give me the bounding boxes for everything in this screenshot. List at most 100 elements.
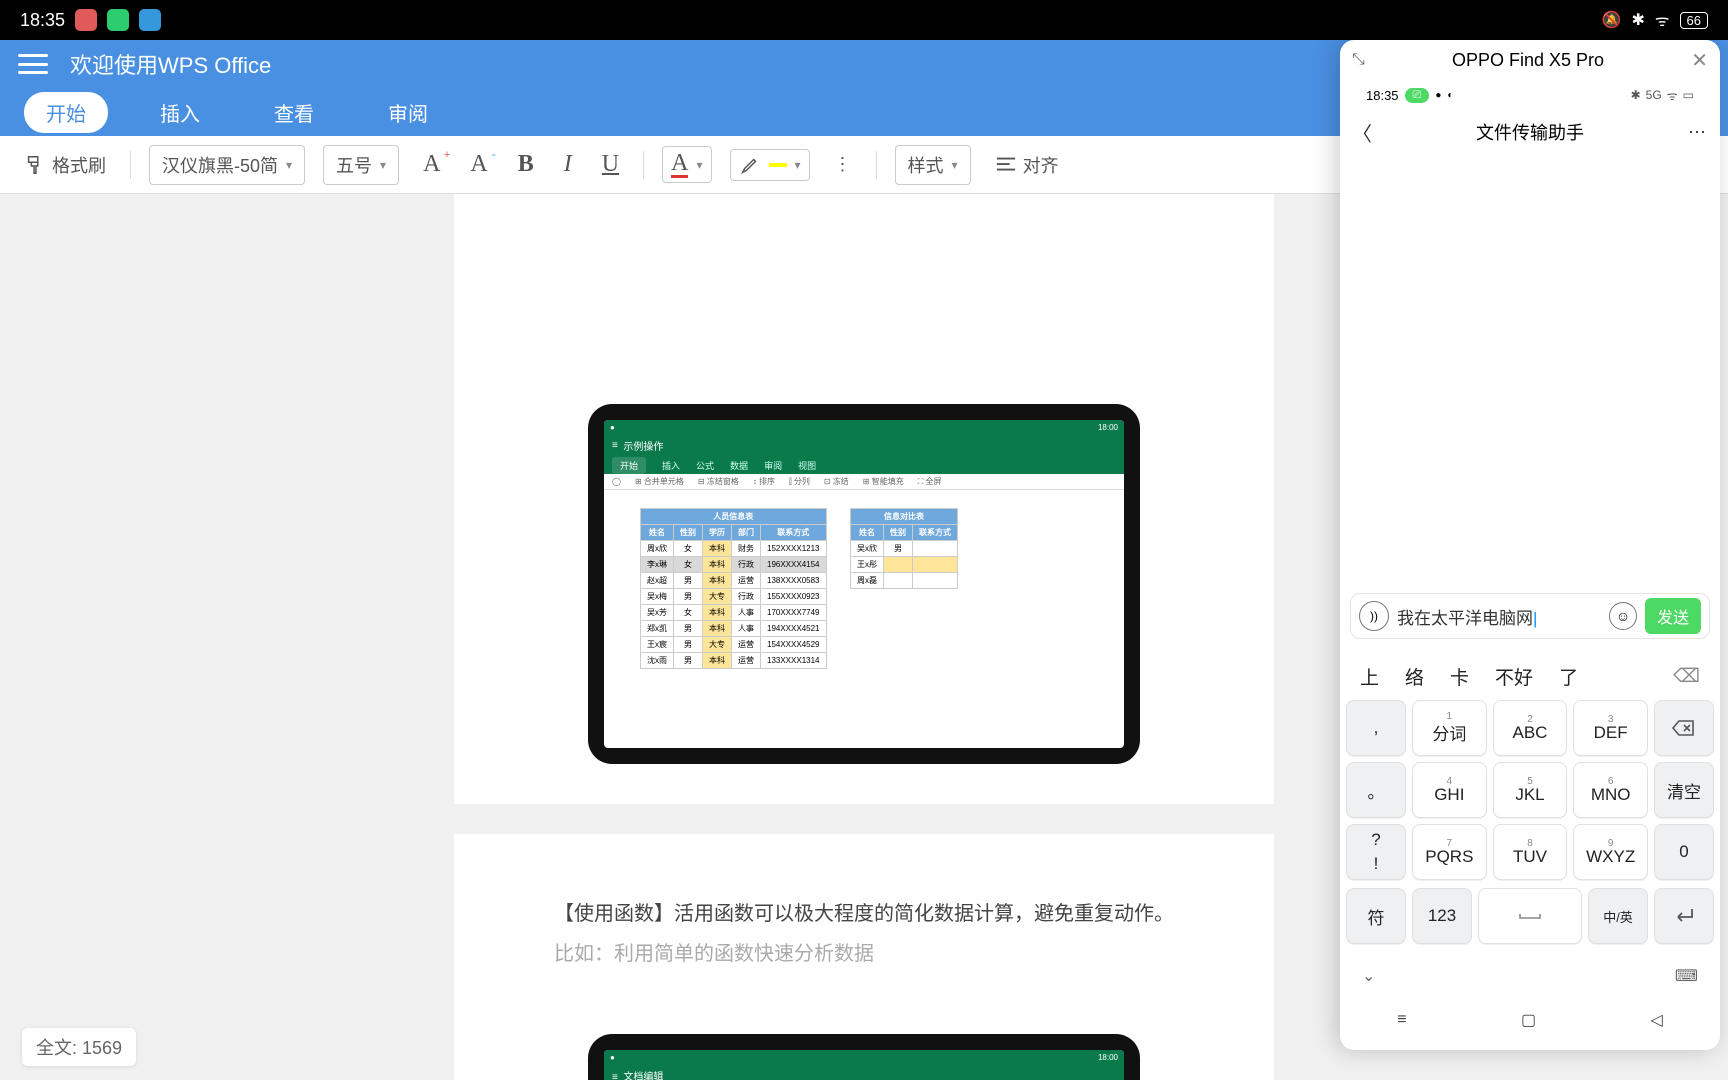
- ime-toolbar: ⌄ ⌨: [1340, 958, 1720, 994]
- underline-button[interactable]: U: [596, 147, 625, 182]
- nav-recents-icon[interactable]: ≡: [1397, 1011, 1406, 1029]
- key-space[interactable]: [1478, 888, 1582, 944]
- key-2[interactable]: 2ABC: [1493, 700, 1568, 756]
- brush-icon: [24, 154, 46, 176]
- key-backspace[interactable]: [1654, 700, 1714, 756]
- tab-review[interactable]: 审阅: [366, 92, 450, 133]
- bluetooth-icon: ✱: [1632, 10, 1645, 30]
- key-9[interactable]: 9WXYZ: [1573, 824, 1648, 880]
- status-app-icon-3: [139, 9, 161, 31]
- increase-font-button[interactable]: A+: [417, 147, 446, 182]
- key-enter[interactable]: [1654, 888, 1714, 944]
- enter-icon: [1672, 907, 1696, 925]
- more-icon[interactable]: ⋯: [1688, 122, 1708, 143]
- word-count-badge[interactable]: 全文: 1569: [22, 1028, 136, 1066]
- signal-icon: 5G: [1646, 88, 1662, 102]
- screen-mirror-panel: ⤡ OPPO Find X5 Pro ✕ 18:35 ⎚ ● ◐ ✱ 5G ᯤ …: [1340, 40, 1720, 1050]
- chevron-down-icon: ▾: [696, 158, 702, 172]
- record-pill-icon: ⎚: [1405, 88, 1430, 103]
- keyboard-settings-icon[interactable]: ⌨: [1675, 966, 1698, 986]
- align-icon: [995, 155, 1017, 175]
- key-8[interactable]: 8TUV: [1493, 824, 1568, 880]
- candidate-delete-icon[interactable]: ⌫: [1673, 665, 1700, 688]
- app-title: 欢迎使用WPS Office: [70, 48, 271, 80]
- candidate[interactable]: 卡: [1450, 663, 1469, 690]
- android-nav-bar: ≡ ▢ ◁: [1340, 1000, 1720, 1040]
- highlight-button[interactable]: ▾: [730, 149, 810, 181]
- mirrored-phone-screen: 18:35 ⎚ ● ◐ ✱ 5G ᯤ ▭ 〈 文件传输助手 ⋯: [1340, 80, 1720, 380]
- font-color-button[interactable]: A ▾: [662, 146, 711, 183]
- mute-icon: 🔕: [1602, 10, 1622, 30]
- battery-indicator: 66: [1680, 12, 1708, 29]
- chat-nav-bar: 〈 文件传输助手 ⋯: [1340, 110, 1720, 154]
- chevron-down-icon: ▾: [795, 158, 801, 172]
- tab-insert[interactable]: 插入: [138, 92, 222, 133]
- chat-title: 文件传输助手: [1372, 119, 1688, 145]
- highlighter-icon: [739, 154, 761, 176]
- chevron-down-icon: ▾: [380, 158, 386, 172]
- doc-paragraph: 【使用函数】活用函数可以极大程度的简化数据计算，避免重复动作。: [554, 894, 1174, 934]
- battery-icon: ▭: [1683, 88, 1694, 102]
- message-input[interactable]: 我在太平洋电脑网: [1397, 604, 1601, 629]
- status-app-icon-1: [75, 9, 97, 31]
- candidate[interactable]: 不好: [1495, 663, 1533, 690]
- chevron-down-icon: ▾: [952, 158, 958, 172]
- emoji-icon[interactable]: ☺: [1609, 602, 1637, 630]
- document-page: ●18:00 ≡ 示例操作 开始 插入 公式 数据 审阅 视图 ◯⊞ 合并单元格…: [454, 194, 1274, 804]
- key-punct[interactable]: ?!: [1346, 824, 1406, 880]
- key-clear[interactable]: 清空: [1654, 762, 1714, 818]
- candidate[interactable]: 了: [1559, 663, 1578, 690]
- ime-bottom-row: 符 123 中/英: [1346, 888, 1714, 944]
- collapse-keyboard-icon[interactable]: ⌄: [1362, 966, 1375, 986]
- tab-start[interactable]: 开始: [24, 92, 108, 133]
- minimize-icon[interactable]: ⤡: [1352, 51, 1365, 69]
- key-7[interactable]: 7PQRS: [1412, 824, 1487, 880]
- nav-home-icon[interactable]: ▢: [1521, 1010, 1536, 1030]
- ime-keyboard: , 1分词 2ABC 3DEF 。 4GHI 5JKL 6MNO 清空 ?! 7…: [1346, 700, 1714, 880]
- panel-close-icon[interactable]: ✕: [1691, 48, 1708, 73]
- bluetooth-icon: ✱: [1631, 88, 1641, 102]
- mirror-time: 18:35: [1366, 88, 1399, 103]
- font-family-selector[interactable]: 汉仪旗黑-50简▾: [149, 145, 305, 185]
- message-input-bar: )) 我在太平洋电脑网 ☺ 发送: [1350, 593, 1710, 639]
- candidate[interactable]: 上: [1360, 663, 1379, 690]
- wifi-icon: ᯤ: [1655, 9, 1670, 31]
- status-app-icon-2: [107, 9, 129, 31]
- font-size-selector[interactable]: 五号▾: [323, 145, 399, 185]
- wifi-icon: ᯤ: [1667, 87, 1678, 104]
- key-6[interactable]: 6MNO: [1573, 762, 1648, 818]
- align-button[interactable]: 对齐: [989, 148, 1065, 182]
- chevron-down-icon: ▾: [286, 158, 292, 172]
- key-0[interactable]: 0: [1654, 824, 1714, 880]
- key-numbers[interactable]: 123: [1412, 888, 1472, 944]
- key-3[interactable]: 3DEF: [1573, 700, 1648, 756]
- status-time: 18:35: [20, 10, 65, 31]
- app-dot-icon: ●: [1435, 90, 1441, 101]
- style-selector[interactable]: 样式▾: [895, 145, 971, 185]
- format-brush-button[interactable]: 格式刷: [18, 148, 112, 182]
- panel-header: ⤡ OPPO Find X5 Pro ✕: [1340, 40, 1720, 80]
- key-5[interactable]: 5JKL: [1493, 762, 1568, 818]
- overflow-menu-button[interactable]: ⋮: [828, 150, 858, 179]
- key-period[interactable]: 。: [1346, 762, 1406, 818]
- hamburger-menu-icon[interactable]: [18, 54, 48, 74]
- key-4[interactable]: 4GHI: [1412, 762, 1487, 818]
- system-status-bar: 18:35 🔕 ✱ ᯤ 66: [0, 0, 1728, 40]
- key-lang-toggle[interactable]: 中/英: [1588, 888, 1648, 944]
- backspace-icon: [1672, 719, 1696, 737]
- app-dot-icon: ◐: [1447, 90, 1453, 101]
- back-icon[interactable]: 〈: [1352, 118, 1372, 147]
- decrease-font-button[interactable]: A-: [464, 147, 493, 182]
- panel-title: OPPO Find X5 Pro: [1375, 50, 1681, 71]
- tab-view[interactable]: 查看: [252, 92, 336, 133]
- key-symbols[interactable]: 符: [1346, 888, 1406, 944]
- bold-button[interactable]: B: [512, 147, 540, 182]
- key-comma[interactable]: ,: [1346, 700, 1406, 756]
- send-button[interactable]: 发送: [1645, 598, 1701, 634]
- voice-input-icon[interactable]: )): [1359, 601, 1389, 631]
- nav-back-icon[interactable]: ◁: [1650, 1010, 1662, 1030]
- key-1[interactable]: 1分词: [1412, 700, 1487, 756]
- document-page: 【使用函数】活用函数可以极大程度的简化数据计算，避免重复动作。 比如：利用简单的…: [454, 834, 1274, 1080]
- italic-button[interactable]: I: [558, 147, 578, 182]
- candidate[interactable]: 络: [1405, 663, 1424, 690]
